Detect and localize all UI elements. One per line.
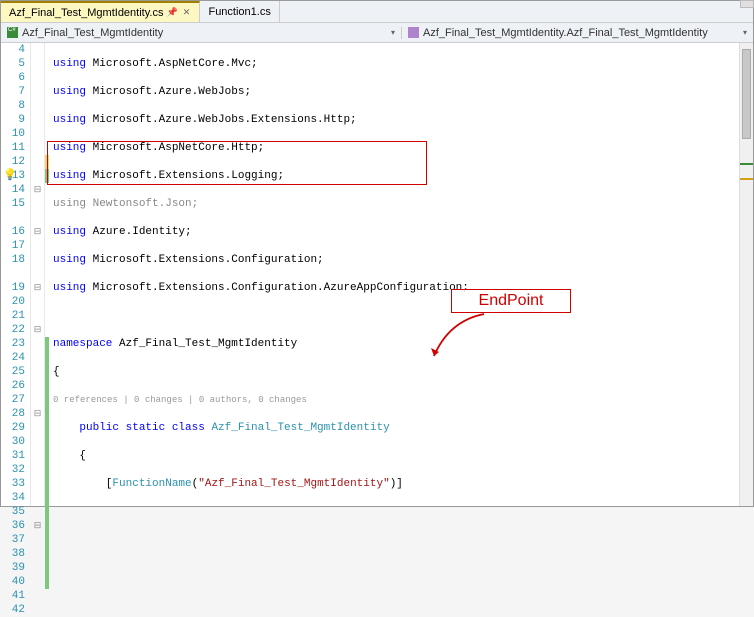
tab-file-active[interactable]: Azf_Final_Test_MgmtIdentity.cs 📌 ✕ (1, 1, 200, 22)
tab-file[interactable]: Function1.cs (200, 1, 279, 22)
callout-label: EndPoint (479, 294, 544, 308)
fold-gutter: ⊟⊟⊟⊟⊟⊟ (31, 43, 45, 506)
annotation-box-usings (47, 141, 427, 185)
tab-label: Function1.cs (208, 6, 270, 18)
nav-bar: Azf_Final_Test_MgmtIdentity ▾ Azf_Final_… (1, 23, 753, 43)
class-icon (408, 27, 419, 38)
codelens[interactable]: 0 references | 0 changes | 0 authors, 0 … (53, 505, 753, 506)
scroll-mark (740, 178, 753, 180)
line-number-gutter: 4567891011121314151617181920212223242526… (1, 43, 31, 506)
codelens[interactable]: 0 references | 0 changes | 0 authors, 0 … (53, 393, 753, 407)
code-editor[interactable]: 4567891011121314151617181920212223242526… (1, 43, 753, 506)
scroll-mark (740, 163, 753, 165)
scrollbar-thumb[interactable] (742, 49, 751, 139)
nav-left-text: Azf_Final_Test_MgmtIdentity (22, 27, 387, 39)
close-icon[interactable]: ✕ (181, 8, 191, 18)
pin-icon[interactable]: 📌 (167, 8, 177, 18)
tab-bar: Azf_Final_Test_MgmtIdentity.cs 📌 ✕ Funct… (1, 1, 753, 23)
chevron-down-icon: ▾ (743, 28, 747, 37)
tab-label: Azf_Final_Test_MgmtIdentity.cs (9, 7, 163, 19)
chevron-down-icon: ▾ (391, 28, 395, 37)
lightbulb-icon[interactable]: 💡 (3, 169, 15, 181)
nav-scope-left[interactable]: Azf_Final_Test_MgmtIdentity ▾ (1, 27, 401, 39)
csharp-project-icon (7, 27, 18, 38)
function-name-string: "Azf_Final_Test_MgmtIdentity" (198, 478, 389, 490)
annotation-arrow (429, 311, 489, 361)
annotation-callout: EndPoint (451, 289, 571, 313)
vertical-scrollbar[interactable] (739, 43, 753, 506)
code-area[interactable]: using Microsoft.AspNetCore.Mvc; using Mi… (49, 43, 753, 506)
split-handle[interactable] (740, 0, 754, 8)
nav-right-text: Azf_Final_Test_MgmtIdentity.Azf_Final_Te… (423, 27, 739, 39)
nav-scope-right[interactable]: Azf_Final_Test_MgmtIdentity.Azf_Final_Te… (401, 27, 753, 39)
